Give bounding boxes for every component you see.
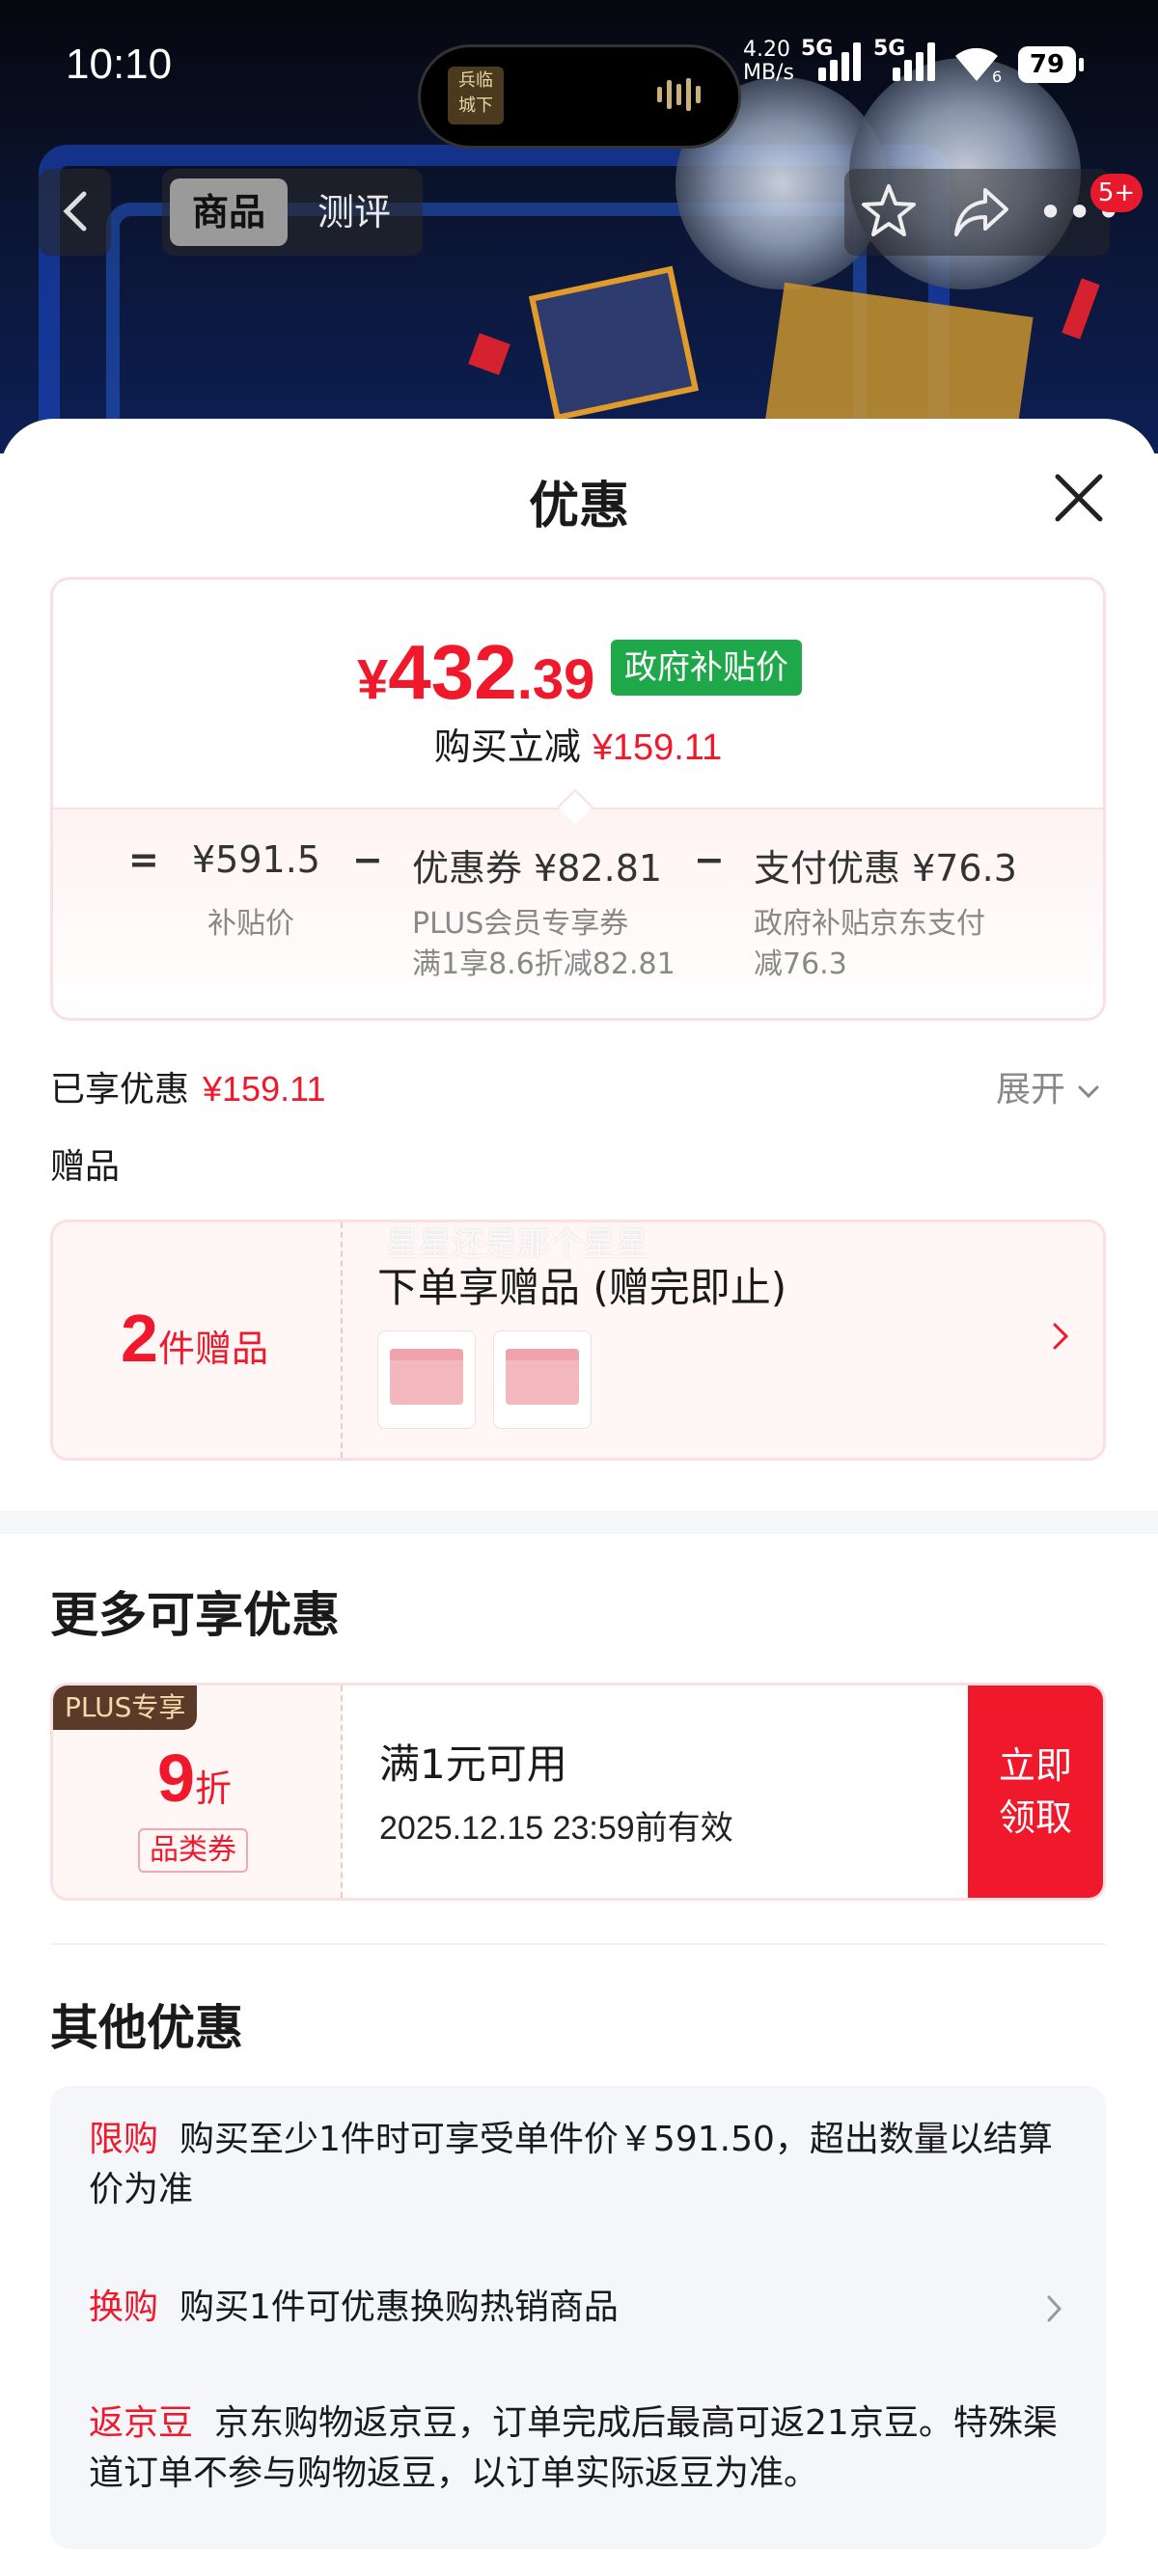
now-playing-thumb-text: 兵临城下 xyxy=(458,70,493,116)
final-price: ¥432.39 xyxy=(357,628,594,717)
product-nav-bar: 商品 测评 ••• xyxy=(0,169,1158,260)
wifi-label: 6 xyxy=(992,68,1003,86)
favorite-star-icon[interactable] xyxy=(858,180,920,242)
gift-thumbnail xyxy=(493,1330,592,1429)
net-speed-value: 4.20 xyxy=(743,38,790,62)
coupon-deduction: 优惠券 ¥82.81 xyxy=(412,847,663,890)
coupon-note-line1: PLUS会员专享券 xyxy=(412,907,629,941)
payment-note-line1: 政府补贴京东支付 xyxy=(754,907,985,941)
row-text: 购买至少1件时可享受单件价￥591.50，超出数量以结算价为准 xyxy=(89,2120,1053,2209)
watermark: 星星还是那个星星 xyxy=(386,1225,648,1264)
audio-wave-icon xyxy=(657,78,715,117)
gift-count-panel: 2件赠品 xyxy=(53,1222,343,1458)
equals-sign: = xyxy=(128,838,159,881)
enjoyed-amount: ¥159.11 xyxy=(203,1069,326,1109)
chevron-right-icon xyxy=(1053,1323,1069,1350)
instant-saving: 购买立减 ¥159.11 xyxy=(53,717,1103,770)
battery-icon: 79 xyxy=(1018,46,1084,83)
jingdou-cashback-row: 返京豆 京东购物返京豆，订单完成后最高可返21京豆。特殊渠道订单不参与购物返豆，以… xyxy=(89,2398,1063,2499)
purchase-limit-row: 限购 购买至少1件时可享受单件价￥591.50，超出数量以结算价为准 xyxy=(89,2115,1063,2215)
discount-sheet: 优惠 ¥432.39 政府补贴价 购买立减 ¥159.11 = ¥591.5 − … xyxy=(0,419,1158,2576)
gift-section-title: 赠品 xyxy=(50,1147,121,1187)
status-bar: 10:10 兵临城下 4.20 MB/s 5G 5G 6 79 xyxy=(0,29,1158,149)
net-speed: 4.20 MB/s xyxy=(743,39,794,85)
net-speed-unit: MB/s xyxy=(743,61,794,85)
back-button[interactable] xyxy=(39,169,111,256)
close-icon[interactable] xyxy=(1052,471,1106,525)
saving-label: 购买立减 xyxy=(433,726,581,768)
row-key: 限购 xyxy=(89,2120,159,2159)
gov-subsidy-tag: 政府补贴价 xyxy=(611,640,802,696)
dynamic-island[interactable]: 兵临城下 xyxy=(418,44,741,149)
signal-icon xyxy=(893,42,941,81)
tab-review[interactable]: 测评 xyxy=(295,178,413,246)
row-text: 京东购物返京豆，订单完成后最高可返21京豆。特殊渠道订单不参与购物返豆，以订单实… xyxy=(89,2403,1058,2493)
category-coupon-tag: 品类券 xyxy=(138,1828,248,1873)
signal-icon xyxy=(818,42,867,81)
expand-toggle[interactable]: 展开 xyxy=(996,1061,1101,1111)
enjoyed-discount: 已享优惠 ¥159.11 xyxy=(50,1061,325,1111)
claim-label-line1: 立即 xyxy=(998,1744,1072,1787)
payment-note-line2: 减76.3 xyxy=(754,947,847,981)
coupon-validity: 2025.12.15 23:59前有效 xyxy=(379,1810,733,1847)
chevron-right-icon xyxy=(1047,2295,1062,2322)
product-tab-switch: 商品 测评 xyxy=(162,169,423,256)
coupon-value-panel: PLUS专享 9折 品类券 xyxy=(53,1685,343,1898)
now-playing-thumbnail: 兵临城下 xyxy=(448,67,504,124)
sheet-title: 优惠 xyxy=(528,478,629,535)
status-time: 10:10 xyxy=(66,41,173,88)
more-discounts-title: 更多可享优惠 xyxy=(50,1587,340,1643)
gift-thumbnail xyxy=(377,1330,476,1429)
share-icon[interactable] xyxy=(951,180,1012,242)
discount-number: 9 xyxy=(157,1740,195,1816)
gift-count-unit: 件赠品 xyxy=(157,1328,268,1370)
row-key: 返京豆 xyxy=(89,2403,194,2443)
minus-sign: − xyxy=(352,838,383,881)
gift-count: 2件赠品 xyxy=(121,1300,268,1377)
saving-amount: ¥159.11 xyxy=(592,727,723,768)
expand-label: 展开 xyxy=(996,1070,1066,1110)
enjoyed-label: 已享优惠 xyxy=(50,1070,190,1110)
tab-product[interactable]: 商品 xyxy=(170,178,288,246)
row-key: 换购 xyxy=(89,2288,159,2327)
gift-count-number: 2 xyxy=(121,1301,158,1376)
plus-exclusive-tag: PLUS专享 xyxy=(53,1685,198,1730)
claim-coupon-button[interactable]: 立即 领取 xyxy=(968,1685,1103,1898)
coupon-note-line2: 满1享8.6折减82.81 xyxy=(412,947,676,981)
subsidy-price: ¥591.5 xyxy=(192,838,320,881)
divider xyxy=(50,1943,1106,1945)
plus-coupon: PLUS专享 9折 品类券 满1元可用 2025.12.15 23:59前有效 … xyxy=(50,1683,1106,1901)
nav-actions: ••• xyxy=(844,169,1121,256)
currency-symbol: ¥ xyxy=(357,648,389,711)
chevron-left-icon xyxy=(62,191,86,232)
price-decimal: .39 xyxy=(516,648,595,711)
other-discounts-panel: 限购 购买至少1件时可享受单件价￥591.50，超出数量以结算价为准 换购 购买1件… xyxy=(50,2086,1106,2549)
discount-unit: 折 xyxy=(194,1768,232,1810)
payment-deduction: 支付优惠 ¥76.3 xyxy=(754,847,1017,890)
chevron-down-icon xyxy=(1078,1085,1099,1099)
product-hero-image: 10:10 兵临城下 4.20 MB/s 5G 5G 6 79 商品 测评 ••… xyxy=(0,0,1158,453)
price-integer: 432 xyxy=(388,629,517,715)
row-text: 购买1件可优惠换购热销商品 xyxy=(179,2288,619,2327)
message-count-badge: 5+ xyxy=(1090,174,1143,212)
other-discounts-title: 其他优惠 xyxy=(50,2000,243,2056)
section-divider xyxy=(0,1511,1158,1534)
coupon-condition: 满1元可用 xyxy=(379,1740,567,1788)
subsidy-price-note: 补贴价 xyxy=(207,907,294,941)
coupon-discount: 9折 xyxy=(157,1740,232,1817)
minus-sign: − xyxy=(694,838,725,881)
claim-label-line2: 领取 xyxy=(998,1796,1072,1839)
trade-in-row[interactable]: 换购 购买1件可优惠换购热销商品 xyxy=(89,2283,1063,2333)
hero-cube xyxy=(1062,278,1100,340)
price-summary: ¥432.39 政府补贴价 购买立减 ¥159.11 xyxy=(53,580,1103,808)
price-breakdown-card: ¥432.39 政府补贴价 购买立减 ¥159.11 = ¥591.5 − 优惠券… xyxy=(50,577,1106,1021)
